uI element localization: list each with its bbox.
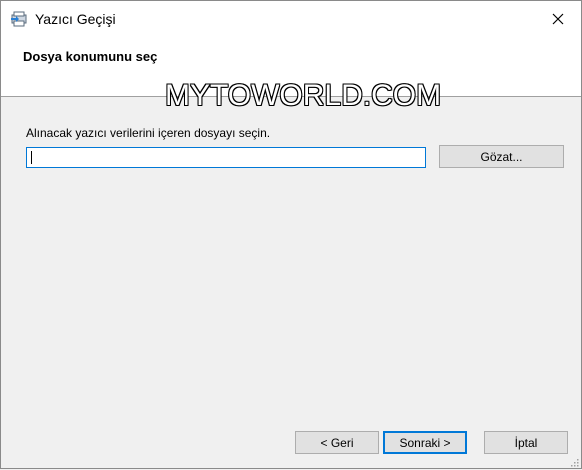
- file-prompt-label: Alınacak yazıcı verilerini içeren dosyay…: [26, 126, 271, 140]
- back-button[interactable]: < Geri: [295, 431, 379, 454]
- cancel-button[interactable]: İptal: [484, 431, 568, 454]
- printer-migration-dialog: Yazıcı Geçişi Dosya konumunu seç MYTOWOR…: [0, 0, 582, 469]
- page-title: Dosya konumunu seç: [23, 49, 158, 64]
- printer-migration-icon: [10, 10, 28, 28]
- close-button[interactable]: [535, 1, 581, 39]
- text-caret: [31, 151, 32, 164]
- close-icon: [552, 13, 564, 28]
- resize-grip-icon[interactable]: [569, 456, 579, 467]
- title-bar: Yazıcı Geçişi: [1, 1, 581, 39]
- next-button[interactable]: Sonraki >: [383, 431, 467, 454]
- watermark: MYTOWORLD.COM: [165, 79, 442, 112]
- browse-button[interactable]: Gözat...: [439, 145, 564, 168]
- file-path-input[interactable]: [26, 147, 426, 168]
- window-title: Yazıcı Geçişi: [35, 11, 116, 27]
